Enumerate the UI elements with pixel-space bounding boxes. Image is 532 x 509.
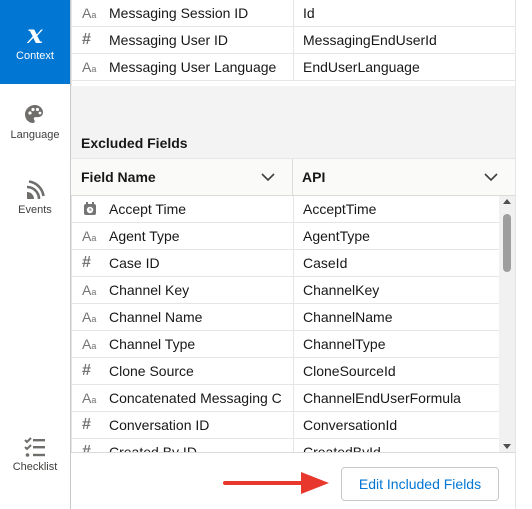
column-divider	[293, 358, 294, 385]
field-api: ChannelType	[303, 336, 386, 352]
list-item[interactable]: Aa Messaging User Language EndUserLangua…	[72, 54, 515, 81]
field-name: Conversation ID	[109, 417, 210, 433]
table-row[interactable]: Aa Channel Type ChannelType	[72, 331, 501, 358]
field-api: CaseId	[303, 255, 348, 271]
table-row[interactable]: Aa Agent Type AgentType	[72, 223, 501, 250]
field-name: Messaging User Language	[109, 59, 277, 75]
column-header-field-name[interactable]: Field Name	[81, 159, 281, 196]
column-divider	[293, 277, 294, 304]
field-api: Id	[303, 5, 315, 21]
field-api: AcceptTime	[303, 201, 377, 217]
table-row[interactable]: Aa Channel Key ChannelKey	[72, 277, 501, 304]
field-api: ChannelName	[303, 309, 393, 325]
table-row[interactable]: # Case ID CaseId	[72, 250, 501, 277]
column-divider	[293, 250, 294, 277]
clock-icon	[82, 201, 100, 217]
field-name: Channel Name	[109, 309, 203, 325]
chevron-down-icon[interactable]	[261, 173, 275, 182]
number-icon: #	[82, 443, 91, 453]
field-name: Clone Source	[109, 363, 194, 379]
text-icon: Aa	[82, 59, 97, 75]
field-api: AgentType	[303, 228, 370, 244]
field-api: EndUserLanguage	[303, 59, 420, 75]
scroll-up-icon[interactable]	[503, 199, 511, 204]
excluded-fields-list[interactable]: Accept Time AcceptTime Aa Agent Type Age…	[71, 196, 501, 452]
field-api: MessagingEndUserId	[303, 32, 437, 48]
scrollbar[interactable]	[499, 196, 515, 452]
field-api: CloneSourceId	[303, 363, 396, 379]
text-icon: Aa	[82, 336, 97, 352]
field-name: Messaging Session ID	[109, 5, 249, 21]
left-rail: x Context Language Events Checklist	[0, 0, 71, 509]
arrow-right-icon	[223, 472, 329, 494]
rail-label-checklist: Checklist	[12, 461, 58, 473]
column-divider	[293, 385, 294, 412]
excluded-fields-title: Excluded Fields	[71, 128, 515, 158]
field-name: Channel Key	[109, 282, 190, 298]
field-name: Channel Type	[109, 336, 196, 352]
column-divider	[293, 196, 294, 223]
field-api: ChannelEndUserFormula	[303, 390, 461, 406]
field-name: Messaging User ID	[109, 32, 229, 48]
column-divider	[293, 223, 294, 250]
table-row[interactable]: # Created By ID CreatedById	[72, 439, 501, 452]
table-row[interactable]: # Clone Source CloneSourceId	[72, 358, 501, 385]
text-icon: Aa	[82, 5, 97, 21]
rail-label-language: Language	[10, 129, 60, 141]
field-name: Accept Time	[109, 201, 187, 217]
rail-label-context: Context	[16, 50, 54, 62]
text-icon: Aa	[82, 228, 97, 244]
field-name: Created By ID	[109, 444, 197, 452]
text-icon: Aa	[82, 309, 97, 325]
rail-item-events[interactable]: Events	[0, 178, 70, 228]
rail-item-context[interactable]: x Context	[0, 0, 70, 84]
text-icon: Aa	[82, 282, 97, 298]
column-divider	[293, 412, 294, 439]
number-icon: #	[82, 362, 91, 379]
field-api: ChannelKey	[303, 282, 380, 298]
rail-item-checklist[interactable]: Checklist	[0, 437, 70, 485]
context-icon: x	[27, 20, 43, 50]
list-item[interactable]: # Messaging User ID MessagingEndUserId	[72, 27, 515, 54]
palette-icon	[25, 105, 43, 123]
panel-footer: Edit Included Fields	[71, 452, 515, 509]
field-name: Concatenated Messaging Ch	[109, 390, 281, 406]
scroll-thumb[interactable]	[503, 214, 511, 272]
column-divider	[293, 54, 294, 81]
number-icon: #	[82, 254, 91, 271]
fields-panel: Aa Messaging Session ID Id # Messaging U…	[71, 0, 515, 509]
text-icon: Aa	[82, 390, 97, 406]
table-row[interactable]: Aa Channel Name ChannelName	[72, 304, 501, 331]
signal-icon	[26, 180, 45, 200]
rail-label-events: Events	[18, 204, 52, 216]
number-icon: #	[82, 31, 91, 48]
table-row[interactable]: Aa Concatenated Messaging Ch ChannelEndU…	[72, 385, 501, 412]
list-item[interactable]: Aa Messaging Session ID Id	[72, 0, 515, 27]
included-fields-list[interactable]: Aa Messaging Session ID Id # Messaging U…	[71, 0, 515, 86]
checklist-icon	[24, 437, 45, 457]
edit-included-fields-button[interactable]: Edit Included Fields	[341, 467, 499, 501]
field-name: Agent Type	[109, 228, 180, 244]
column-divider	[293, 304, 294, 331]
table-row[interactable]: Accept Time AcceptTime	[72, 196, 501, 223]
column-divider	[293, 0, 294, 27]
column-divider	[293, 331, 294, 358]
field-api: CreatedById	[303, 444, 381, 452]
scroll-down-icon[interactable]	[503, 444, 511, 449]
section-spacer	[71, 86, 515, 128]
column-divider	[292, 159, 293, 196]
table-header: Field Name API	[71, 158, 515, 196]
chevron-down-icon[interactable]	[484, 173, 498, 182]
column-divider	[293, 439, 294, 452]
table-row[interactable]: # Conversation ID ConversationId	[72, 412, 501, 439]
right-edge	[515, 0, 532, 509]
column-header-api[interactable]: API	[302, 159, 492, 196]
rail-item-language[interactable]: Language	[0, 103, 70, 157]
field-api: ConversationId	[303, 417, 398, 433]
field-name: Case ID	[109, 255, 160, 271]
number-icon: #	[82, 416, 91, 433]
column-divider	[293, 27, 294, 54]
